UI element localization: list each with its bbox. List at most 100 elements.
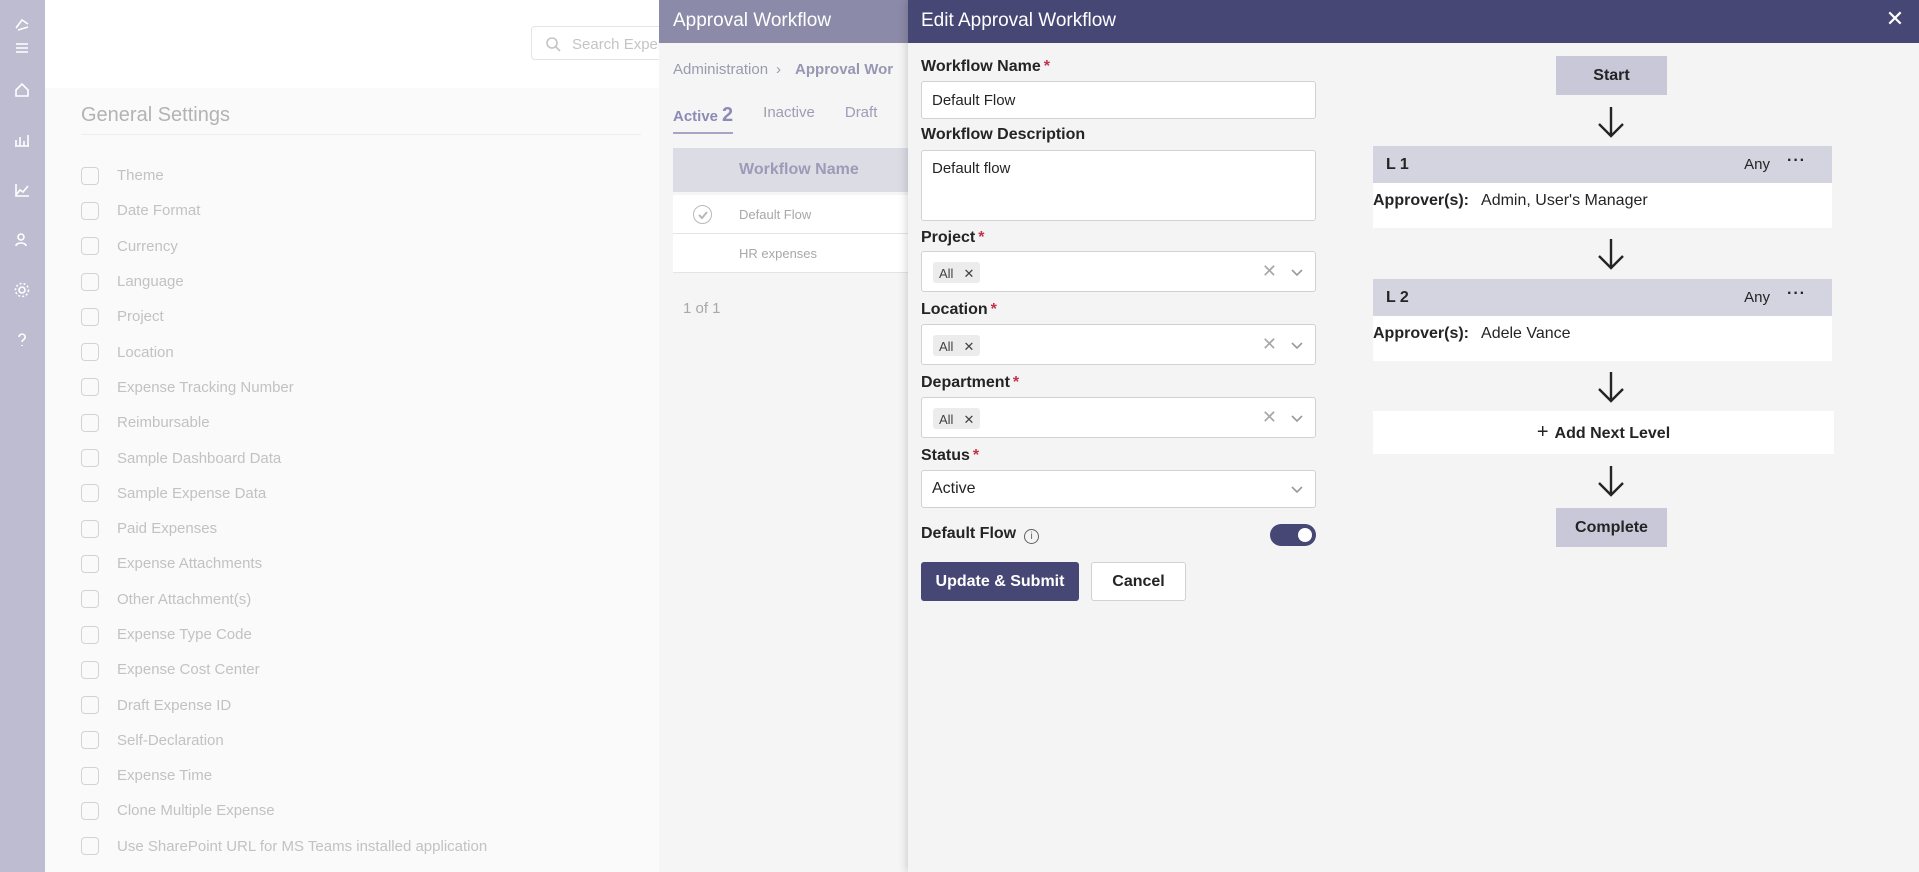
settings-item[interactable]: Date Format — [81, 193, 487, 228]
remove-chip-icon[interactable]: ✕ — [963, 412, 974, 429]
breadcrumb-root[interactable]: Administration — [673, 61, 768, 78]
chevron-right-icon: › — [776, 61, 782, 78]
info-icon[interactable]: i — [1024, 529, 1040, 544]
arrow-down-icon — [1596, 464, 1626, 498]
label-text: Workflow Name — [921, 58, 1041, 75]
settings-item[interactable]: Expense Time — [81, 758, 487, 793]
settings-icon[interactable] — [10, 278, 34, 302]
settings-item[interactable]: Expense Attachments — [81, 546, 487, 581]
tab-inactive[interactable]: Inactive — [763, 104, 815, 134]
department-multiselect[interactable]: All ✕ ✕ — [921, 397, 1316, 438]
settings-item-label: Date Format — [117, 202, 201, 220]
pagination-text: 1 of 1 — [683, 300, 721, 317]
remove-chip-icon[interactable]: ✕ — [963, 266, 974, 283]
clear-icon[interactable]: ✕ — [1262, 408, 1277, 426]
level-approvers: Approver(s): Adele Vance — [1373, 316, 1832, 361]
tab-draft[interactable]: Draft — [845, 104, 878, 134]
status-select[interactable]: Active — [921, 470, 1316, 508]
tab-active[interactable]: Active 2 — [673, 104, 734, 134]
dashboard-icon[interactable] — [10, 128, 34, 152]
settings-item-label: Expense Attachments — [117, 555, 263, 573]
default-flow-label: Default Flow — [921, 525, 1017, 542]
close-icon[interactable]: ✕ — [1885, 8, 1905, 30]
level-approvers: Approver(s): Admin, User's Manager — [1373, 183, 1832, 228]
settings-item-icon — [81, 201, 99, 220]
level-card-l2[interactable]: L 2 Any ··· Approver(s): Adele Vance — [1373, 279, 1832, 361]
hamburger-icon[interactable] — [10, 36, 34, 60]
default-flow-toggle[interactable] — [1270, 524, 1316, 546]
table-row[interactable]: Default Flow — [673, 195, 909, 234]
location-multiselect[interactable]: All ✕ ✕ — [921, 324, 1316, 365]
remove-chip-icon[interactable]: ✕ — [963, 339, 974, 356]
chevron-down-icon — [1289, 481, 1305, 497]
settings-item-icon — [81, 660, 99, 679]
workflow-name-cell: HR expenses — [739, 246, 818, 261]
project-multiselect[interactable]: All ✕ ✕ — [921, 251, 1316, 292]
app-logo-icon[interactable] — [10, 12, 34, 36]
clear-icon[interactable]: ✕ — [1262, 335, 1277, 353]
settings-item-icon — [81, 413, 99, 432]
settings-item[interactable]: Sample Expense Data — [81, 476, 487, 511]
table-row[interactable]: HR expenses — [673, 234, 909, 273]
settings-item[interactable]: Use SharePoint URL for MS Teams installe… — [81, 829, 487, 864]
settings-item[interactable]: Reimbursable — [81, 405, 487, 440]
settings-item[interactable]: Expense Tracking Number — [81, 370, 487, 405]
settings-item[interactable]: Draft Expense ID — [81, 687, 487, 722]
settings-item-label: Expense Tracking Number — [117, 378, 294, 396]
location-label: Location * — [921, 301, 997, 319]
settings-list: Theme Date Format Currency Language Project L… — [81, 158, 487, 864]
settings-item[interactable]: Currency — [81, 229, 487, 264]
default-check-icon — [693, 205, 712, 224]
chevron-down-icon[interactable] — [1289, 337, 1305, 353]
settings-item[interactable]: Language — [81, 264, 487, 299]
chip-label: All — [939, 339, 954, 354]
analytics-icon[interactable] — [10, 178, 34, 202]
workflow-description-textarea[interactable]: Default flow — [921, 150, 1316, 221]
settings-item-icon — [81, 378, 99, 397]
chevron-down-icon[interactable] — [1289, 410, 1305, 426]
cancel-button[interactable]: Cancel — [1091, 562, 1186, 601]
help-icon[interactable] — [10, 328, 34, 352]
settings-item[interactable]: Expense Type Code — [81, 617, 487, 652]
settings-item[interactable]: Location — [81, 334, 487, 369]
add-next-level-button[interactable]: + Add Next Level — [1373, 411, 1834, 454]
settings-item-label: Use SharePoint URL for MS Teams installe… — [117, 837, 488, 855]
users-icon[interactable] — [10, 228, 34, 252]
more-options-icon[interactable]: ··· — [1787, 152, 1806, 170]
settings-item[interactable]: Theme — [81, 158, 487, 193]
search-placeholder: Search Exper — [572, 36, 663, 53]
chevron-down-icon[interactable] — [1289, 264, 1305, 280]
settings-item-label: Currency — [117, 237, 178, 255]
settings-item[interactable]: Other Attachment(s) — [81, 582, 487, 617]
settings-item[interactable]: Self-Declaration — [81, 723, 487, 758]
clear-icon[interactable]: ✕ — [1262, 262, 1277, 280]
settings-item-icon — [81, 237, 99, 256]
start-node[interactable]: Start — [1556, 56, 1667, 95]
settings-item[interactable]: Project — [81, 299, 487, 334]
toggle-knob — [1298, 528, 1312, 542]
settings-item-label: Self-Declaration — [117, 731, 224, 749]
complete-node[interactable]: Complete — [1556, 508, 1667, 547]
approval-mode: Any — [1744, 289, 1770, 306]
more-options-icon[interactable]: ··· — [1787, 285, 1806, 303]
settings-item-icon — [81, 731, 99, 750]
settings-item[interactable]: Clone Multiple Expense — [81, 793, 487, 828]
settings-item[interactable]: Expense Cost Center — [81, 652, 487, 687]
required-mark: * — [1012, 374, 1020, 391]
settings-item-label: Project — [117, 308, 164, 326]
settings-item-icon — [81, 343, 99, 362]
home-icon[interactable] — [10, 78, 34, 102]
settings-item-label: Other Attachment(s) — [117, 590, 252, 608]
chip-label: All — [939, 412, 954, 427]
level-card-l1[interactable]: L 1 Any ··· Approver(s): Admin, User's Ma… — [1373, 146, 1832, 228]
settings-item[interactable]: Paid Expenses — [81, 511, 487, 546]
level-name: L 2 — [1386, 289, 1409, 306]
panel-title: Approval Workflow — [659, 0, 909, 43]
settings-item-label: Sample Dashboard Data — [117, 449, 282, 467]
update-submit-button[interactable]: Update & Submit — [921, 562, 1079, 601]
divider — [81, 134, 641, 135]
settings-item-icon — [81, 837, 99, 856]
label-text: Status — [921, 447, 970, 464]
settings-item[interactable]: Sample Dashboard Data — [81, 440, 487, 475]
workflow-name-input[interactable] — [921, 81, 1316, 119]
